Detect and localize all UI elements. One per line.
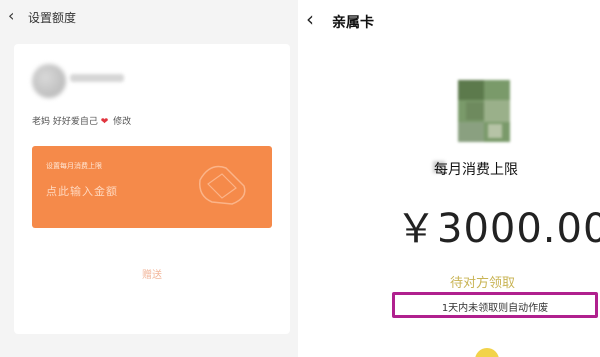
- gift-message: 老妈 好好爱自己: [32, 117, 98, 127]
- limit-amount: ￥3000.00: [396, 206, 600, 252]
- set-limit-screen: ‹ 设置额度 老妈 好好爱自己 ❤ 修改 设置每月消费上限 点此输入金额 赠送: [0, 0, 300, 357]
- back-button[interactable]: ‹: [306, 8, 314, 30]
- family-card-screen: ‹ 亲属卡 每月消费上限 ￥3000.00 待对方领取 1天内未领取则自动作废: [300, 0, 600, 357]
- gift-card-panel: 老妈 好好爱自己 ❤ 修改 设置每月消费上限 点此输入金额 赠送: [14, 44, 290, 334]
- card-decoration-icon: [199, 165, 246, 205]
- back-button[interactable]: ‹: [8, 7, 14, 25]
- pending-status: 待对方领取: [450, 276, 516, 291]
- message-line: 老妈 好好爱自己 ❤ 修改: [32, 114, 131, 127]
- expiry-notice-highlight: 1天内未领取则自动作废: [392, 292, 598, 318]
- monthly-limit-label: 设置每月消费上限: [46, 162, 102, 170]
- chevron-left-icon: ‹: [306, 7, 314, 31]
- bottom-button-edge[interactable]: [475, 348, 499, 357]
- avatar: [32, 64, 66, 98]
- chevron-left-icon: ‹: [8, 6, 15, 25]
- card-image-blurred: [458, 80, 510, 142]
- header: ‹ 设置额度: [0, 0, 300, 34]
- monthly-limit-label: 每月消费上限: [434, 162, 518, 178]
- amount-input[interactable]: 点此输入金额: [46, 183, 118, 199]
- amount-card[interactable]: 设置每月消费上限 点此输入金额: [32, 146, 272, 228]
- page-title: 设置额度: [28, 11, 77, 25]
- recipient-name-blurred: [70, 74, 124, 82]
- expiry-notice: 1天内未领取则自动作废: [441, 303, 549, 314]
- page-title: 亲属卡: [332, 15, 374, 31]
- give-button[interactable]: 赠送: [14, 266, 290, 281]
- heart-icon: ❤: [100, 117, 109, 127]
- edit-message-button[interactable]: 修改: [113, 117, 131, 127]
